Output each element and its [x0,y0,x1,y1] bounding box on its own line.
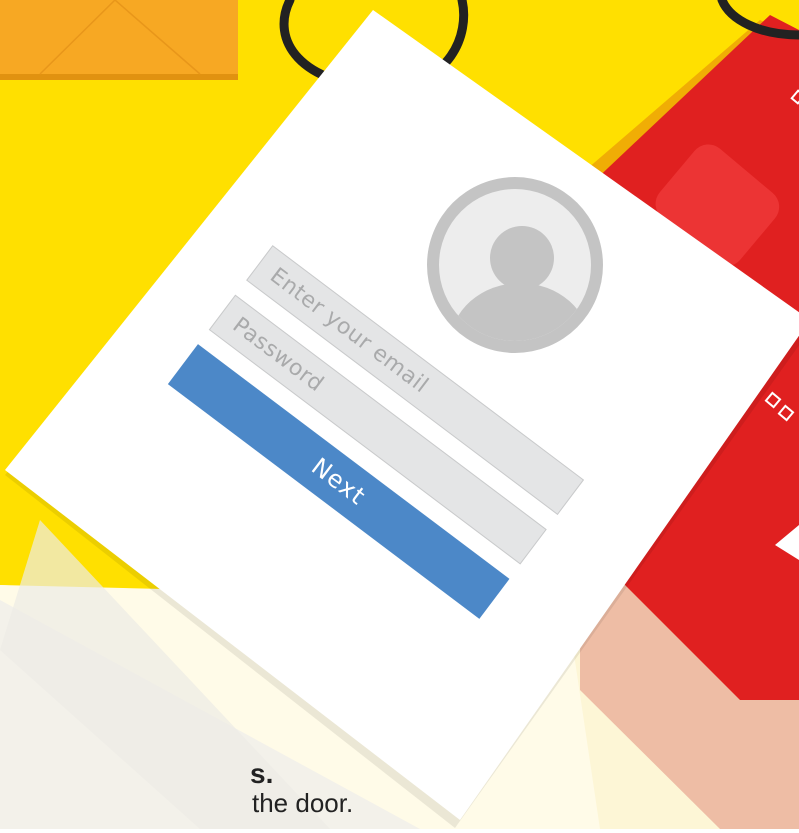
illustration-scene: Enter your email Password Next s. the do… [0,0,799,829]
envelope-icon [0,0,238,80]
next-button-label: Next [306,452,372,511]
